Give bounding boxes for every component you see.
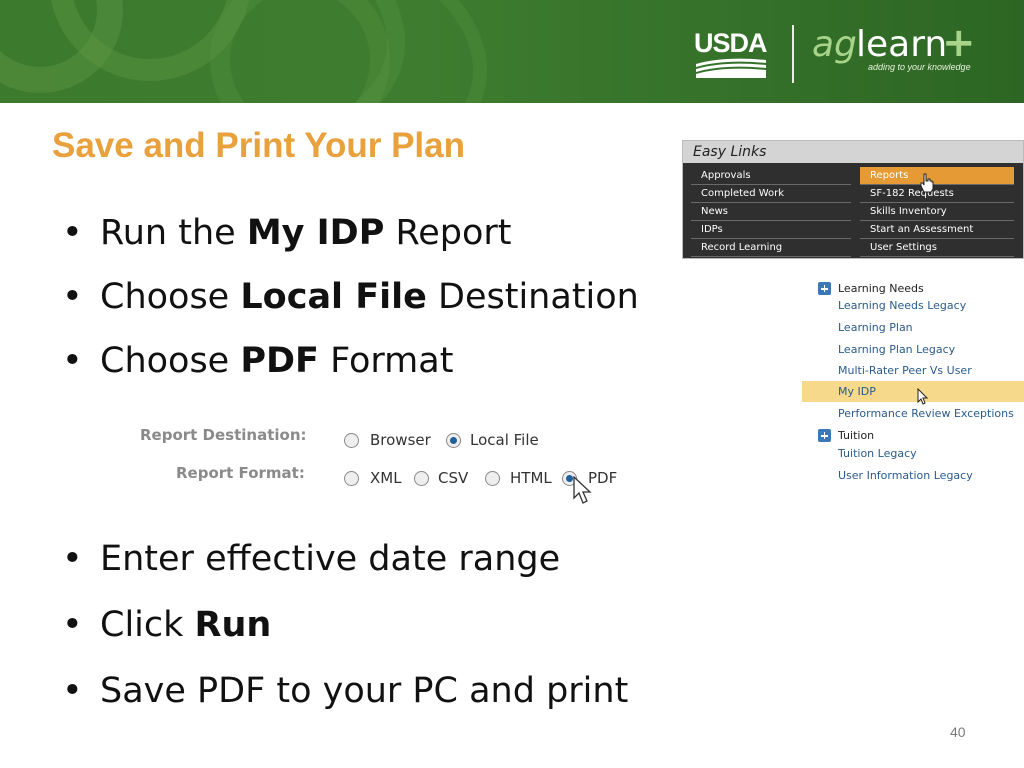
report-link-learning-plan[interactable]: Learning Plan	[802, 317, 1024, 338]
report-options-form: Report Destination: Report Format: Brows…	[138, 420, 638, 510]
easy-link-completed-work[interactable]: Completed Work	[691, 185, 851, 203]
report-link-label: Performance Review Exceptions	[838, 407, 1014, 420]
bullet-list-bottom: • Enter effective date range • Click Run •…	[62, 536, 628, 734]
easy-link-reports[interactable]: Reports	[860, 167, 1014, 185]
bullet-bold-text: Run	[194, 605, 272, 645]
easy-link-sf182-requests[interactable]: SF-182 Requests	[860, 185, 1014, 203]
radio-html[interactable]	[485, 471, 500, 486]
bullet-bold-text: Local File	[240, 277, 427, 317]
easy-link-user-settings[interactable]: User Settings	[860, 239, 1014, 257]
easy-link-approvals[interactable]: Approvals	[691, 167, 851, 185]
expand-plus-icon[interactable]	[818, 282, 831, 295]
usda-logo: USDA	[694, 28, 768, 80]
mouse-pointer-icon	[573, 476, 592, 504]
bullet-text: Choose	[100, 277, 241, 317]
page-number: 40	[950, 724, 966, 740]
bullet-text: Format	[318, 341, 454, 381]
bullet-text: Destination	[426, 277, 639, 317]
easy-link-record-learning[interactable]: Record Learning	[691, 239, 851, 257]
report-format-label: Report Format:	[176, 464, 305, 482]
report-link-multi-rater[interactable]: Multi-Rater Peer Vs User	[802, 360, 1024, 381]
bullet-glyph: •	[62, 671, 83, 711]
radio-browser[interactable]	[344, 433, 359, 448]
bullet-bold-text: PDF	[240, 341, 319, 381]
report-link-user-information-legacy[interactable]: User Information Legacy	[802, 465, 1024, 486]
header-banner: USDA ag learn + adding to your knowledge	[0, 0, 1024, 103]
easy-link-start-assessment[interactable]: Start an Assessment	[860, 221, 1014, 239]
report-link-label: User Information Legacy	[838, 469, 973, 482]
bullet-glyph: •	[62, 605, 83, 645]
report-link-my-idp[interactable]: My IDP	[802, 381, 1024, 405]
bullet-glyph: •	[62, 277, 83, 317]
logo-divider	[792, 25, 794, 83]
easy-link-skills-inventory[interactable]: Skills Inventory	[860, 203, 1014, 221]
radio-local-file-label: Local File	[470, 431, 539, 449]
easy-links-header: Easy Links	[683, 141, 1023, 163]
hand-pointer-icon	[920, 173, 934, 193]
aglearn-logo-ag: ag	[812, 24, 857, 65]
aglearn-tagline: adding to your knowledge	[868, 62, 971, 72]
report-destination-label: Report Destination:	[140, 426, 307, 444]
radio-xml[interactable]	[344, 471, 359, 486]
bullet-item: • Choose Local File Destination	[62, 274, 639, 338]
easy-link-news[interactable]: News	[691, 203, 851, 221]
radio-csv-label: CSV	[438, 469, 469, 487]
bullet-text: Report	[384, 213, 512, 253]
bullet-text: Choose	[100, 341, 241, 381]
bullet-text: Click	[100, 605, 195, 645]
easy-links-title: Easy Links	[693, 144, 767, 160]
radio-xml-label: XML	[370, 469, 402, 487]
bullet-text: Save PDF to your PC and print	[100, 671, 629, 711]
report-link-label: Tuition Legacy	[838, 447, 917, 460]
bullet-item: • Run the My IDP Report	[62, 210, 639, 274]
aglearn-logo: ag learn + adding to your knowledge	[812, 20, 1002, 84]
report-link-label: My IDP	[838, 385, 876, 398]
expand-plus-icon[interactable]	[818, 429, 831, 442]
bullet-list-top: • Run the My IDP Report • Choose Local Fil…	[62, 210, 639, 402]
report-list: Learning Needs Learning Needs Legacy Lea…	[802, 278, 1024, 488]
radio-csv[interactable]	[414, 471, 429, 486]
bullet-bold-text: My IDP	[246, 213, 385, 253]
bullet-text: Run the	[100, 213, 247, 253]
bullet-item: • Enter effective date range	[62, 536, 628, 602]
report-link-label: Learning Plan	[838, 321, 913, 334]
report-link-learning-needs-legacy[interactable]: Learning Needs Legacy	[802, 295, 1024, 316]
bullet-item: • Save PDF to your PC and print	[62, 668, 628, 734]
radio-local-file[interactable]	[446, 433, 461, 448]
report-link-label: Multi-Rater Peer Vs User	[838, 364, 972, 377]
radio-browser-label: Browser	[370, 431, 431, 449]
report-link-tuition-legacy[interactable]: Tuition Legacy	[802, 443, 1024, 464]
easy-link-idps[interactable]: IDPs	[691, 221, 851, 239]
report-link-learning-plan-legacy[interactable]: Learning Plan Legacy	[802, 339, 1024, 360]
report-link-label: Learning Needs Legacy	[838, 299, 967, 312]
report-link-performance-review-exceptions[interactable]: Performance Review Exceptions	[802, 403, 1024, 424]
slide-title: Save and Print Your Plan	[52, 126, 465, 165]
report-link-label: Learning Plan Legacy	[838, 343, 956, 356]
aglearn-logo-learn: learn	[856, 24, 948, 65]
bullet-item: • Choose PDF Format	[62, 338, 639, 402]
radio-html-label: HTML	[510, 469, 552, 487]
usda-logo-graphic	[696, 58, 766, 78]
easy-links-panel: Easy Links Approvals Completed Work News…	[682, 140, 1024, 259]
aglearn-logo-plus: +	[942, 20, 976, 66]
bullet-item: • Click Run	[62, 602, 628, 668]
bullet-glyph: •	[62, 539, 83, 579]
bullet-glyph: •	[62, 213, 83, 253]
bullet-glyph: •	[62, 341, 83, 381]
bullet-text: Enter effective date range	[100, 539, 561, 579]
